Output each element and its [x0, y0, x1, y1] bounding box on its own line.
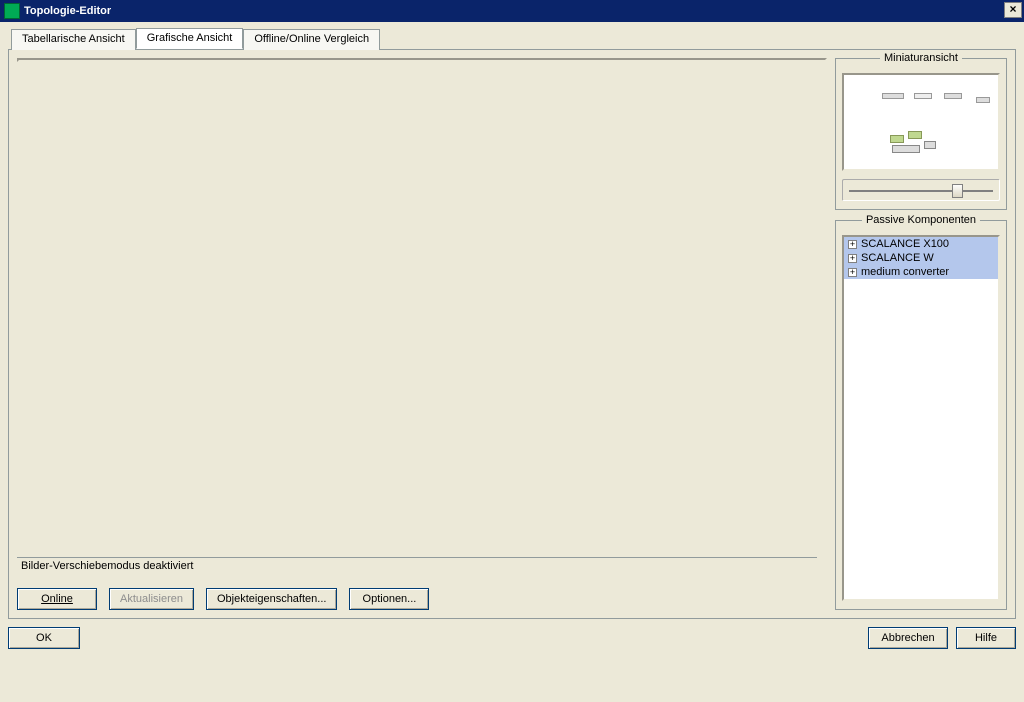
- status-bar: Bilder-Verschiebemodus deaktiviert: [17, 557, 817, 574]
- group-legend: Miniaturansicht: [880, 52, 962, 64]
- topology-canvas[interactable]: CPU319_Controller PNx40-319(CPU... CP-34…: [17, 58, 827, 62]
- properties-button[interactable]: Objekteigenschaften...: [206, 588, 337, 610]
- tree-item-label: SCALANCE W: [861, 252, 934, 264]
- tab-bar: Tabellarische Ansicht Grafische Ansicht …: [11, 28, 1016, 49]
- minimap[interactable]: [842, 73, 1000, 171]
- tree-item[interactable]: + SCALANCE X100: [844, 237, 998, 251]
- group-legend: Passive Komponenten: [862, 214, 980, 226]
- tab-compare[interactable]: Offline/Online Vergleich: [243, 29, 380, 50]
- tab-graphical[interactable]: Grafische Ansicht: [136, 28, 244, 49]
- app-icon: [4, 3, 20, 19]
- minimap-group: Miniaturansicht: [835, 58, 1007, 210]
- cancel-button[interactable]: Abbrechen: [868, 627, 948, 649]
- expand-icon[interactable]: +: [848, 254, 857, 263]
- tree-item-label: medium converter: [861, 266, 949, 278]
- ok-button[interactable]: OK: [8, 627, 80, 649]
- component-tree[interactable]: + SCALANCE X100 + SCALANCE W + medium co…: [842, 235, 1000, 601]
- options-button[interactable]: Optionen...: [349, 588, 429, 610]
- tree-item[interactable]: + medium converter: [844, 265, 998, 279]
- tree-item-label: SCALANCE X100: [861, 238, 949, 250]
- help-button[interactable]: Hilfe: [956, 627, 1016, 649]
- window-title: Topologie-Editor: [24, 5, 111, 17]
- zoom-slider[interactable]: [842, 179, 1000, 201]
- close-icon[interactable]: ×: [1004, 2, 1022, 18]
- expand-icon[interactable]: +: [848, 268, 857, 277]
- title-bar: Topologie-Editor ×: [0, 0, 1024, 22]
- passive-group: Passive Komponenten + SCALANCE X100 + SC…: [835, 220, 1007, 610]
- tab-tabular[interactable]: Tabellarische Ansicht: [11, 29, 136, 50]
- online-button[interactable]: Online: [17, 588, 97, 610]
- tree-item[interactable]: + SCALANCE W: [844, 251, 998, 265]
- zoom-thumb[interactable]: [952, 184, 963, 198]
- expand-icon[interactable]: +: [848, 240, 857, 249]
- refresh-button: Aktualisieren: [109, 588, 194, 610]
